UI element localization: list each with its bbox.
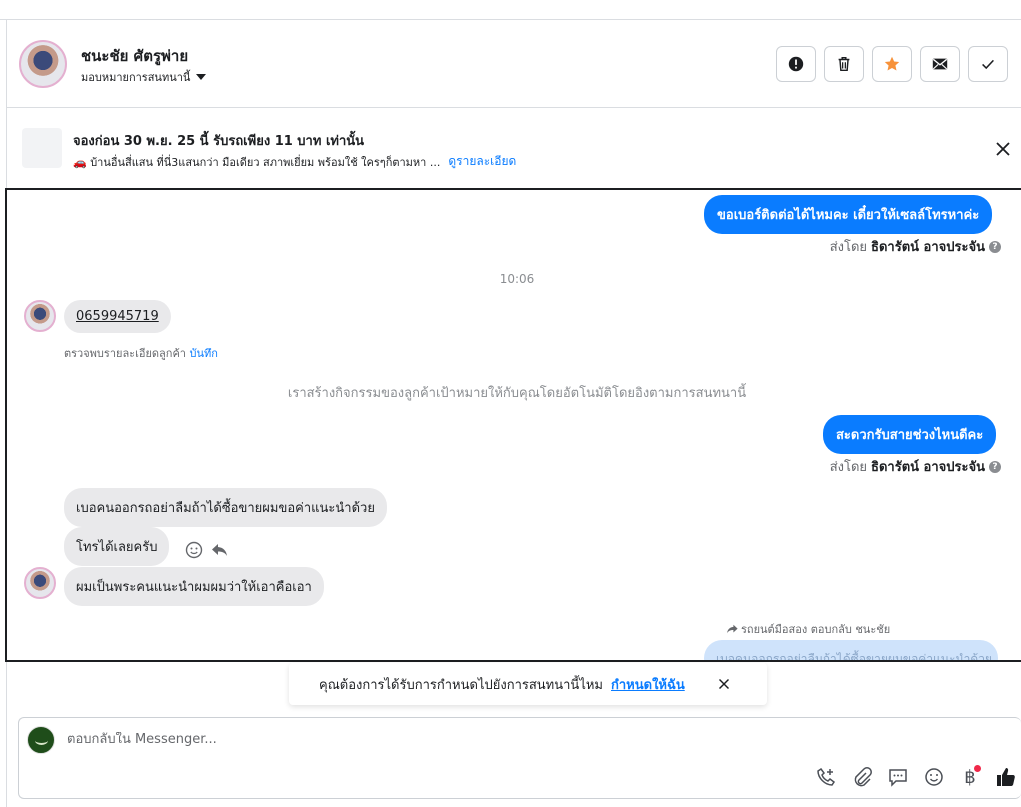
incoming-message-phone[interactable]: 0659945719 (64, 300, 171, 333)
ad-context-banner: จองก่อน 30 พ.ย. 25 นี้ รับรถเพียง 11 บาท… (7, 109, 1021, 187)
star-button[interactable] (872, 46, 912, 82)
assign-conversation-dropdown[interactable]: มอบหมายการสนทนานี้ (81, 68, 207, 86)
caret-down-icon (196, 74, 207, 80)
assign-to-me-prompt: คุณต้องการได้รับการกำหนดไปยังการสนทนานี้… (289, 663, 767, 705)
close-icon[interactable] (993, 139, 1013, 159)
emoji-icon[interactable] (923, 766, 945, 788)
ad-title: จองก่อน 30 พ.ย. 25 นี้ รับรถเพียง 11 บาท… (73, 134, 365, 149)
message-thread[interactable]: ขอเบอร์ติดต่อได้ไหมคะ เดี๋ยวให้เซลล์โทรห… (5, 188, 1021, 662)
check-icon (982, 59, 994, 70)
contact-avatar-small[interactable] (24, 300, 56, 332)
replied-to-label: รถยนต์มือสอง ตอบกลับ ชนะชัย (725, 620, 890, 638)
reply-arrow-icon (727, 624, 738, 634)
contact-name[interactable]: ชนะชัย ศัตรูพ่าย (81, 44, 188, 68)
assign-prompt-text: คุณต้องการได้รับการกำหนดไปยังการสนทนานี้… (319, 677, 603, 693)
saved-replies-icon[interactable] (887, 766, 909, 788)
incoming-message[interactable]: เบอคนออกรถอย่าลืมถ้าได้ซื้อขายผมขอค่าแนะ… (64, 488, 387, 527)
ad-description-row: 🚗 บ้านอื่นสี่แสน ที่นี่3แสนกว่า มือเดียว… (73, 152, 516, 171)
assign-label: มอบหมายการสนทนานี้ (81, 71, 191, 84)
reply-input[interactable] (67, 732, 667, 747)
star-icon (884, 56, 900, 71)
sent-by-prefix: ส่งโดย (829, 460, 868, 475)
delete-button[interactable] (824, 46, 864, 82)
sent-by-prefix: ส่งโดย (829, 240, 868, 255)
call-icon[interactable] (815, 766, 837, 788)
contact-avatar-small[interactable] (24, 567, 56, 599)
outgoing-message[interactable]: ขอเบอร์ติดต่อได้ไหมคะ เดี๋ยวให้เซลล์โทรห… (704, 195, 993, 234)
sender-name: ธิดารัตน์ อาจประจัน (871, 460, 985, 475)
ad-details-link[interactable]: ดูรายละเอียด (448, 152, 516, 171)
help-icon[interactable]: ? (989, 240, 1001, 253)
system-message: เราสร้างกิจกรรมของลูกค้าเป้าหมายให้กับคุ… (287, 386, 747, 401)
outgoing-message[interactable]: สะดวกรับสายช่วงไหนดีคะ (823, 415, 997, 454)
incoming-message[interactable]: ผมเป็นพระคนแนะนำผมผมว่าให้เอาคือเอา (64, 567, 324, 606)
ad-thumbnail (22, 128, 62, 168)
composer-toolbar: ฿ (815, 764, 1017, 788)
assign-to-me-link[interactable]: กำหนดให้ฉัน (611, 674, 685, 695)
attachment-icon[interactable] (851, 766, 873, 788)
page-avatar (27, 726, 55, 754)
sender-name: ธิดารัตน์ อาจประจัน (871, 240, 985, 255)
detect-text: ตรวจพบรายละเอียดลูกค้า (64, 347, 186, 360)
mark-spam-button[interactable] (776, 46, 816, 82)
payment-baht-icon[interactable]: ฿ (959, 764, 981, 788)
sent-by-label: ส่งโดย ธิดารัตน์ อาจประจัน ? (830, 456, 1001, 477)
mark-unread-button[interactable] (920, 46, 960, 82)
smiley-icon[interactable] (184, 540, 204, 560)
reply-composer: ฿ (18, 717, 1021, 799)
ad-description: 🚗 บ้านอื่นสี่แสน ที่นี่3แสนกว่า มือเดียว… (73, 155, 441, 169)
mail-icon (932, 58, 948, 70)
message-timestamp: 10:06 (499, 272, 535, 286)
replied-to-text: รถยนต์มือสอง ตอบกลับ ชนะชัย (741, 623, 891, 636)
thumbs-up-icon[interactable] (995, 766, 1017, 788)
quoted-message[interactable]: เบอคนออกรถอย่าลืมถ้าได้ซื้อขายผมขอค่าแนะ… (704, 640, 998, 660)
mark-done-button[interactable] (968, 46, 1008, 82)
notification-dot (974, 764, 981, 772)
message-actions (184, 540, 230, 560)
contact-avatar[interactable] (19, 40, 67, 88)
conversation-header: ชนะชัย ศัตรูพ่าย มอบหมายการสนทนานี้ (7, 20, 1021, 108)
sent-by-label: ส่งโดย ธิดารัตน์ อาจประจัน ? (830, 236, 1001, 257)
reply-icon[interactable] (210, 540, 230, 560)
trash-icon (838, 56, 850, 72)
customer-details-detected: ตรวจพบรายละเอียดลูกค้า บันทึก (64, 344, 218, 362)
incoming-message[interactable]: โทรได้เลยครับ (64, 527, 170, 566)
save-details-link[interactable]: บันทึก (189, 347, 217, 360)
close-icon[interactable] (715, 675, 733, 693)
alert-icon (788, 56, 804, 72)
help-icon[interactable]: ? (989, 460, 1001, 473)
